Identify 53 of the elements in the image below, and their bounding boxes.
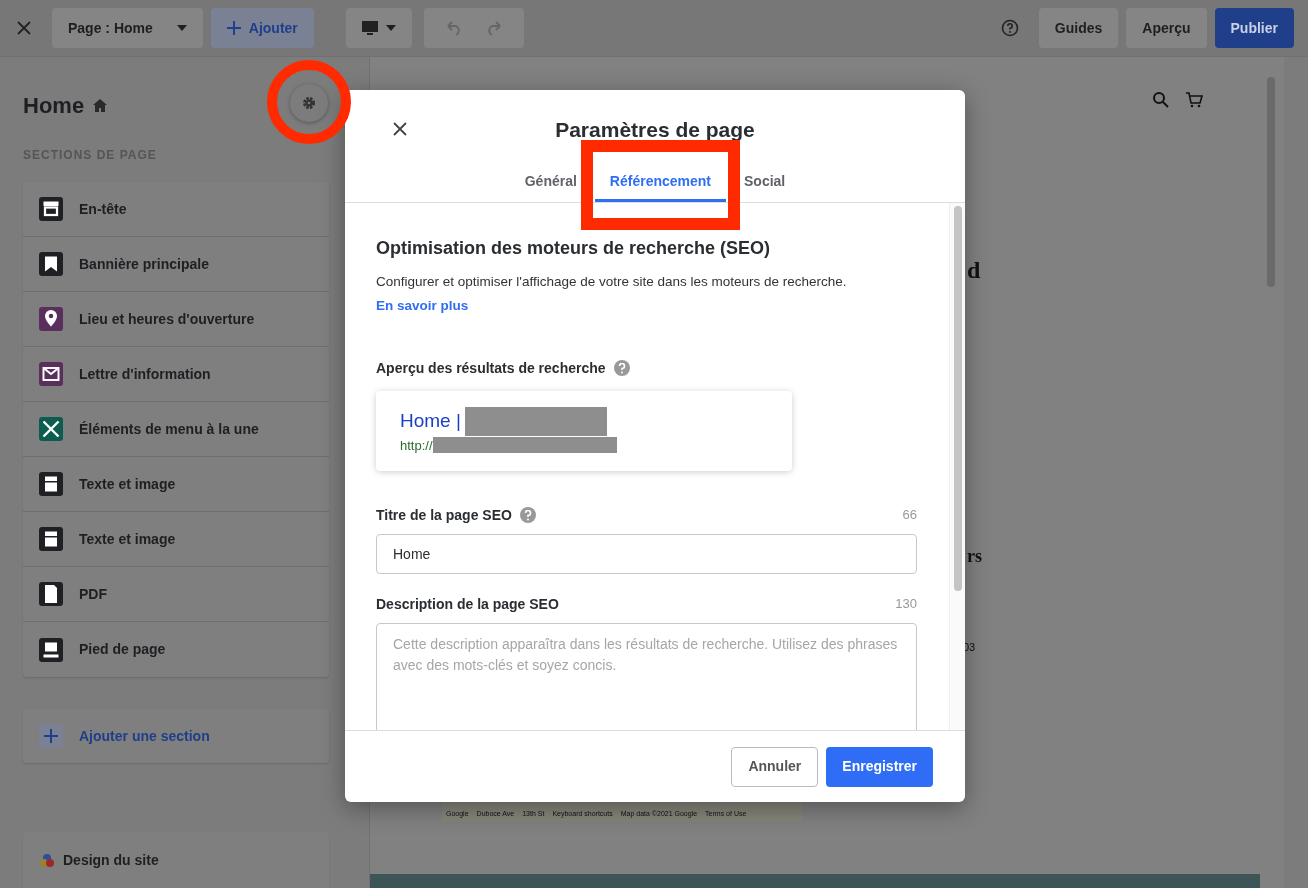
tab[interactable]: Général (522, 163, 579, 202)
section-item[interactable]: Lettre d'information (23, 347, 329, 402)
monitor-icon (361, 21, 378, 35)
device-select[interactable] (345, 8, 412, 48)
section-item[interactable]: Texte et image (23, 512, 329, 567)
home-icon (92, 98, 109, 113)
section-item[interactable]: Bannière principale (23, 237, 329, 292)
settings-button[interactable] (290, 84, 328, 122)
section-title: Optimisation des moteurs de recherche (SEO) (376, 236, 772, 260)
section-item[interactable]: Pied de page (23, 622, 329, 677)
tab[interactable]: Référencement (594, 163, 726, 202)
section-item[interactable]: Éléments de menu à la une (23, 402, 329, 457)
field-label: Description de la page SEO (376, 594, 559, 614)
tab[interactable]: Social (742, 163, 788, 202)
section-item[interactable]: Texte et image (23, 457, 329, 512)
character-counter: 130 (895, 595, 917, 614)
caret-icon (385, 25, 396, 31)
search-icon[interactable] (1152, 91, 1169, 108)
help-icon[interactable] (1000, 19, 1019, 37)
dialog-title: Paramètres de page (555, 117, 755, 143)
field-label: Aperçu des résultats de recherche (376, 358, 606, 378)
title-field[interactable]: Home (376, 533, 917, 574)
design-button[interactable]: Design du site (23, 832, 329, 888)
publish-button[interactable]: Publier (1214, 8, 1294, 48)
add-button[interactable]: Ajouter (210, 8, 314, 48)
description-text: Configurer et optimiser l'affichage de votre site dans les moteurs de recherche. En savoir plus (376, 272, 848, 315)
section-item[interactable]: PDF (23, 567, 329, 622)
plus-icon (226, 21, 241, 35)
section-item[interactable]: En-tête (23, 182, 329, 237)
preview-text-fragment: rs (967, 545, 982, 568)
field-label: Titre de la page SEO (376, 505, 512, 525)
toolbar-button[interactable]: Guides (1038, 8, 1119, 48)
section-item[interactable]: Lieu et heures d'ouverture (23, 292, 329, 347)
close-icon[interactable] (393, 122, 407, 136)
page-select[interactable]: Page : Home (52, 8, 203, 48)
color-dots-icon (39, 852, 55, 868)
description-field[interactable]: Cette description apparaîtra dans les résultats de recherche. Utilisez des phrases avec des mots-clés et soyez concis. (376, 622, 917, 730)
plus-icon (39, 724, 63, 748)
page-title: Home (23, 92, 85, 120)
help-icon[interactable] (519, 507, 536, 523)
cancel-button[interactable]: Annuler (731, 746, 819, 787)
add-section-button[interactable]: Ajouter une section (23, 709, 329, 763)
learn-more-link[interactable]: En savoir plus (376, 297, 469, 313)
preview-text-fragment: d (967, 256, 981, 285)
caret-icon (176, 25, 187, 31)
result-title: Home | (400, 408, 461, 433)
toolbar-button[interactable]: Aperçu (1126, 8, 1207, 48)
save-button[interactable]: Enregistrer (826, 746, 933, 787)
cart-icon (1185, 91, 1203, 108)
help-icon[interactable] (613, 360, 630, 376)
result-url: http:// (400, 436, 433, 455)
gear-icon (302, 96, 316, 110)
character-counter: 66 (902, 506, 917, 525)
